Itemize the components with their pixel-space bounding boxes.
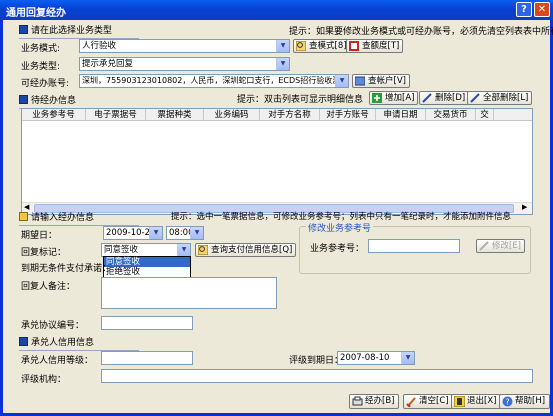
section-icon [19,95,28,104]
exit-icon [454,396,465,407]
reply-option[interactable]: 同意签收 [104,257,190,267]
mode-select[interactable]: 人行验收 ▼ [79,39,290,53]
query-credit-button[interactable]: 查询支付信用信息[Q] [195,243,297,257]
account-label: 可经办账号: [21,79,70,89]
grade-input[interactable] [101,351,193,365]
column-header[interactable]: 交易货币 [426,109,476,121]
chevron-down-icon: ▼ [276,40,289,52]
window-title: 通用回复经办 [6,8,66,19]
type-select[interactable]: 提示承兑回复 ▼ [79,57,290,71]
chevron-down-icon: ▼ [190,227,203,239]
column-header[interactable]: 业务编码 [204,109,260,121]
pending-table[interactable]: 业务参考号 电子票据号 票据种类 业务编码 对手方名称 对手方账号 申请日期 交易货币交 ◀ … [21,108,533,215]
help-icon: ? [502,396,513,407]
remark-textarea[interactable] [101,277,277,309]
agreement-input[interactable] [101,316,193,330]
column-header[interactable]: 电子票据号 [86,109,146,121]
title-bar: 通用回复经办 ? ✕ [0,0,553,20]
section-title: 请输入经办信息 [31,213,95,223]
expire-date-picker[interactable]: 2007-08-10 ▼ [337,351,415,365]
column-header[interactable]: 对手方名称 [260,109,320,121]
column-header[interactable]: 票据种类 [146,109,204,121]
clear-button[interactable]: 清空[C] [403,394,454,409]
ref-input[interactable] [368,239,460,253]
modify-button[interactable]: 修改[E] [476,239,526,253]
edit-icon [479,241,489,251]
help-title-button[interactable]: ? [516,2,532,17]
ref-label: 业务参考号： [310,244,365,254]
help-button[interactable]: ? 帮助[H] [499,394,551,409]
query-account-button[interactable]: 查帐户[V] [352,74,410,88]
date-picker[interactable]: 2009-10-20 ▼ [103,226,163,240]
add-icon [372,93,382,103]
table-header: 业务参考号 电子票据号 票据种类 业务编码 对手方名称 对手方账号 申请日期 交易货币交 [22,109,532,121]
modify-ref-group: 修改业务参考号 业务参考号： 修改[E] [299,221,531,274]
print-icon [352,396,363,406]
handle-button[interactable]: 经办[B] [349,394,400,409]
add-button[interactable]: 增加[A] [369,91,419,105]
remark-label: 回复人备注： [21,282,76,292]
broom-icon [406,397,416,407]
top-hint: 提示：如果要修改业务模式或可经办账号，必须先清空列表表中所有记录 [289,27,553,37]
search-icon [198,245,208,255]
pending-hint: 提示：双击列表可显示明细信息 [237,95,364,105]
promise-label: 到期无条件支付承诺： [21,264,112,274]
expire-label: 评级到期日： [289,356,344,366]
section-credit: 承兑人信用信息 [19,335,139,351]
chevron-down-icon: ▼ [335,75,348,87]
section-icon [19,337,28,346]
account-icon [355,76,365,86]
chevron-down-icon: ▼ [401,352,414,364]
type-label: 业务类型: [21,62,61,72]
search-icon [296,41,306,51]
delete-all-button[interactable]: 全部删除[L] [467,91,533,105]
reply-dropdown-list[interactable]: 同意签收 拒绝签收 [103,256,191,278]
grade-label: 承兑人信用等级： [21,356,94,366]
section-title: 请在此选择业务类型 [31,26,113,36]
query-mode-button[interactable]: 查模式[8] [293,39,351,53]
column-header[interactable]: 对手方账号 [320,109,376,121]
agreement-label: 承兑协议编号： [21,321,85,331]
section-icon [19,25,28,34]
reply-select[interactable]: 同意签收 ▼ [101,243,191,257]
query-amount-button[interactable]: 查额度[T] [346,39,404,53]
date-label: 期望日： [21,231,58,241]
section-pending: 待经办信息 [19,93,139,109]
column-header[interactable]: 交 [476,109,494,121]
modify-ref-title: 修改业务参考号 [306,221,374,234]
delete-all-icon [470,93,480,103]
amount-icon [349,41,359,51]
mode-label: 业务模式: [21,44,61,54]
agency-label: 评级机构： [21,375,67,385]
app-window: 通用回复经办 ? ✕ 请在此选择业务类型 提示：如果要修改业务模式或可经办账号，… [0,0,553,416]
account-select[interactable]: 深圳，755903123010802，人民币，深圳蛇口支行，ECDS招行验收测试… [79,74,349,88]
svg-text:?: ? [505,398,509,407]
chevron-down-icon: ▼ [276,58,289,70]
reply-label: 回复标记： [21,248,67,258]
chevron-down-icon: ▼ [149,227,162,239]
section-icon [19,212,28,221]
column-header[interactable]: 申请日期 [376,109,426,121]
time-picker[interactable]: 08:00 ▼ [166,226,204,240]
section-business-type: 请在此选择业务类型 [19,23,139,39]
section-title: 待经办信息 [31,96,77,106]
client-area: 请在此选择业务类型 提示：如果要修改业务模式或可经办账号，必须先清空列表表中所有… [3,20,553,413]
scroll-right-icon[interactable]: ▶ [522,203,527,211]
close-button[interactable]: ✕ [534,2,550,17]
agency-input[interactable] [101,369,533,383]
column-header[interactable]: 业务参考号 [22,109,86,121]
delete-button[interactable]: 删除[D] [419,91,470,105]
section-title: 承兑人信用信息 [31,338,95,348]
delete-icon [422,93,432,103]
exit-button[interactable]: 退出[X] [451,394,502,409]
section-input: 请输入经办信息 [19,210,139,226]
chevron-down-icon: ▼ [177,244,190,256]
reply-option[interactable]: 拒绝签收 [104,267,190,277]
